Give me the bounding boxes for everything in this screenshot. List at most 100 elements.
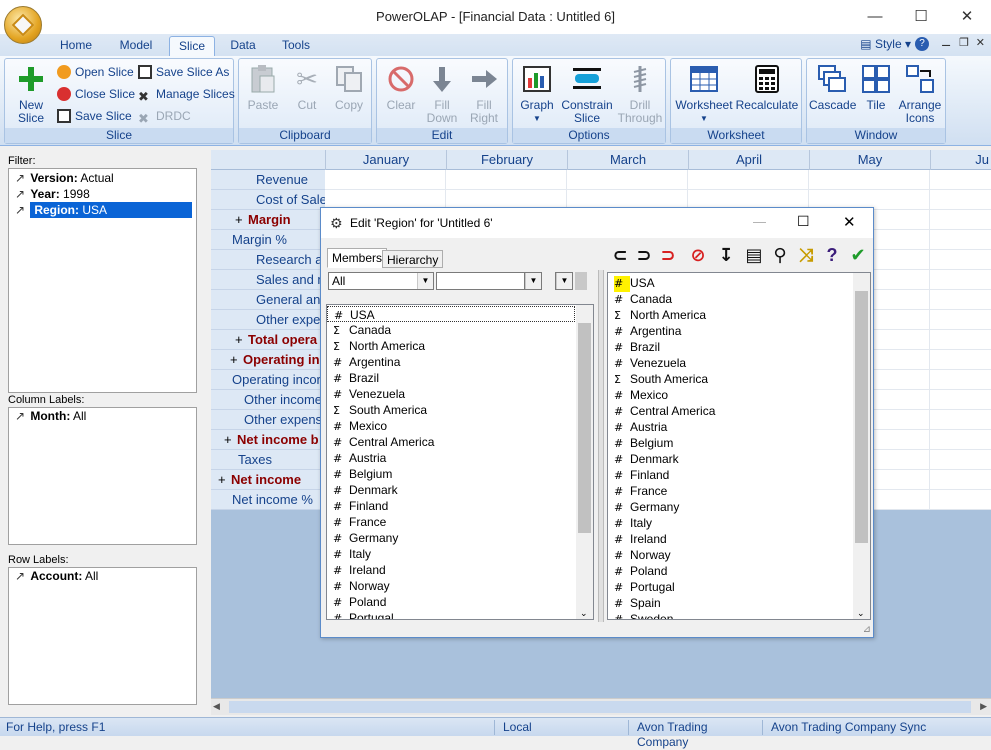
row-header[interactable]: Operating incor — [211, 370, 325, 390]
row-header[interactable]: Margin % — [211, 230, 325, 250]
expand-icon[interactable]: + — [235, 210, 245, 229]
dialog-close-button[interactable]: ✕ — [843, 213, 856, 231]
row-header[interactable]: + Net income b — [211, 430, 325, 450]
row-header[interactable]: Other expens — [211, 410, 325, 430]
scroll-left-icon[interactable]: ◀ — [213, 701, 220, 712]
row-header[interactable]: + Operating in — [211, 350, 325, 370]
member-item[interactable]: # Mexico — [608, 387, 870, 403]
member-item[interactable]: # Central America — [327, 434, 593, 450]
member-item[interactable]: # Portugal — [327, 610, 593, 619]
manage-slices-button[interactable]: ✖ Manage Slices — [138, 85, 235, 104]
resize-grip-icon[interactable]: ⊿ — [863, 624, 871, 635]
member-item[interactable]: # Poland — [327, 594, 593, 610]
row-header[interactable]: General an — [211, 290, 325, 310]
row-header[interactable]: + Total opera — [211, 330, 325, 350]
row-item-account[interactable]: ↗ Account: All — [9, 568, 196, 584]
superset-icon[interactable]: ⊃ — [633, 244, 655, 266]
member-item[interactable]: # Argentina — [608, 323, 870, 339]
member-item[interactable]: # Brazil — [327, 370, 593, 386]
open-slice-button[interactable]: Open Slice — [57, 63, 134, 81]
scroll-thumb[interactable] — [855, 291, 868, 543]
tab-members[interactable]: Members — [327, 248, 388, 268]
cascade-button[interactable]: Cascade — [809, 63, 856, 112]
no-entry-icon[interactable]: ⊘ — [687, 244, 709, 266]
mdi-restore-button[interactable]: ❐ — [959, 36, 969, 49]
horizontal-scrollbar[interactable]: ◀ ▶ — [211, 698, 991, 715]
member-item[interactable]: # Austria — [608, 419, 870, 435]
member-item[interactable]: # Belgium — [608, 435, 870, 451]
row-header[interactable]: Cost of Sale — [211, 190, 325, 210]
available-members-list[interactable]: # USA Σ Canada Σ North America # Argentina # Braz… — [326, 304, 594, 620]
member-item[interactable]: # Ireland — [327, 562, 593, 578]
fill-down-button[interactable]: Fill Down — [421, 63, 463, 125]
member-item[interactable]: # Italy — [327, 546, 593, 562]
member-item[interactable]: # Brazil — [608, 339, 870, 355]
left-list-scrollbar[interactable]: ⌄ — [576, 305, 593, 619]
tile-button[interactable]: Tile — [857, 63, 895, 112]
row-header[interactable]: + Net income — [211, 470, 325, 490]
row-header[interactable]: Sales and m — [211, 270, 325, 290]
help-icon[interactable]: ? — [915, 37, 929, 51]
expand-icon[interactable]: + — [235, 330, 245, 349]
close-slice-button[interactable]: Close Slice — [57, 85, 135, 103]
save-slice-button[interactable]: Save Slice — [57, 107, 132, 125]
row-header[interactable]: Net income % — [211, 490, 325, 510]
drill-down-icon[interactable]: ↧ — [715, 244, 737, 266]
member-item[interactable]: Σ Canada — [327, 322, 593, 338]
column-header[interactable]: May — [809, 150, 930, 170]
filter-item-version[interactable]: ↗ Version: Actual — [9, 170, 196, 186]
member-item[interactable]: # Canada — [608, 291, 870, 307]
member-item[interactable]: # Norway — [608, 547, 870, 563]
constrain-slice-button[interactable]: Constrain Slice — [559, 63, 615, 125]
save-slice-as-button[interactable]: Save Slice As — [138, 63, 229, 81]
member-item[interactable]: # Denmark — [608, 451, 870, 467]
ok-check-icon[interactable]: ✔ — [847, 244, 869, 266]
filter-item-year[interactable]: ↗ Year: 1998 — [9, 186, 196, 202]
mdi-close-button[interactable]: ✕ — [976, 36, 985, 49]
cut-button[interactable]: ✂ Cut — [287, 63, 327, 112]
member-item[interactable]: # Germany — [327, 530, 593, 546]
member-item[interactable]: # Austria — [327, 450, 593, 466]
member-item[interactable]: # Central America — [608, 403, 870, 419]
member-item[interactable]: # USA — [327, 306, 575, 322]
row-header[interactable]: Taxes — [211, 450, 325, 470]
column-header[interactable]: Ju — [930, 150, 991, 170]
tab-hierarchy[interactable]: Hierarchy — [382, 250, 444, 268]
list-splitter[interactable] — [598, 270, 604, 622]
level-dropdown-button[interactable]: ▼ — [555, 272, 573, 290]
filter-item-region[interactable]: ↗ Region: USA — [9, 202, 196, 218]
scroll-down-icon[interactable]: ⌄ — [857, 608, 865, 619]
column-header[interactable]: March — [567, 150, 688, 170]
scroll-thumb[interactable] — [578, 323, 591, 533]
column-item-month[interactable]: ↗ Month: All — [9, 408, 196, 424]
graph-button[interactable]: Graph ▼ — [517, 63, 557, 125]
arrange-icons-button[interactable]: Arrange Icons — [897, 63, 943, 125]
member-item[interactable]: # Venezuela — [608, 355, 870, 371]
tab-home[interactable]: Home — [52, 36, 100, 56]
expand-icon[interactable]: + — [224, 430, 234, 449]
member-item[interactable]: # Sweden — [608, 611, 870, 619]
member-item[interactable]: # Spain — [608, 595, 870, 611]
member-item[interactable]: # Italy — [608, 515, 870, 531]
clear-button[interactable]: Clear — [379, 63, 423, 112]
expand-icon[interactable]: + — [218, 470, 228, 489]
mdi-minimize-button[interactable]: ⚊ — [941, 36, 951, 49]
tab-tools[interactable]: Tools — [274, 36, 318, 56]
member-item[interactable]: # Belgium — [327, 466, 593, 482]
member-item[interactable]: # France — [608, 483, 870, 499]
selected-members-list[interactable]: # USA # Canada Σ North America # Argentina # Braz… — [607, 272, 871, 620]
dialog-maximize-button[interactable]: ☐ — [797, 213, 810, 230]
new-slice-button[interactable]: New Slice — [11, 63, 51, 125]
expand-icon[interactable]: + — [230, 350, 240, 369]
column-header[interactable]: April — [688, 150, 809, 170]
filter-dropdown-button[interactable]: ▼ — [524, 272, 542, 290]
member-item[interactable]: Σ North America — [327, 338, 593, 354]
row-header[interactable]: Revenue — [211, 170, 325, 190]
member-item[interactable]: # Ireland — [608, 531, 870, 547]
recalculate-button[interactable]: Recalculate — [735, 63, 799, 112]
copy-button[interactable]: Copy — [329, 63, 369, 112]
row-header[interactable]: + Margin — [211, 210, 325, 230]
member-item[interactable]: # Germany — [608, 499, 870, 515]
member-item[interactable]: # Finland — [327, 498, 593, 514]
column-header[interactable]: February — [446, 150, 567, 170]
